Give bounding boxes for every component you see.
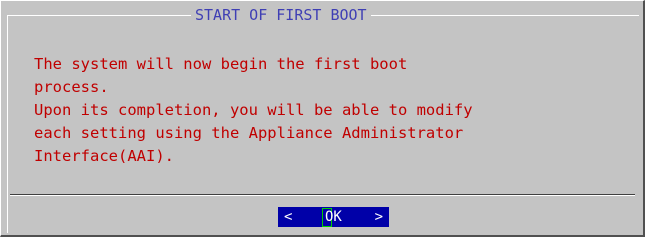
ok-button-left-bracket: < xyxy=(284,209,293,225)
ok-button-right-bracket: > xyxy=(374,209,383,225)
dialog-title: START OF FIRST BOOT xyxy=(191,5,371,25)
button-area-separator-highlight xyxy=(10,195,635,196)
ok-button-label: OK xyxy=(325,209,342,225)
ok-button[interactable]: < OK > xyxy=(278,207,389,227)
dialog-message: The system will now begin the first boot… xyxy=(34,55,473,165)
first-boot-dialog: START OF FIRST BOOT The system will now … xyxy=(0,0,645,237)
dialog-frame-left xyxy=(7,15,8,233)
